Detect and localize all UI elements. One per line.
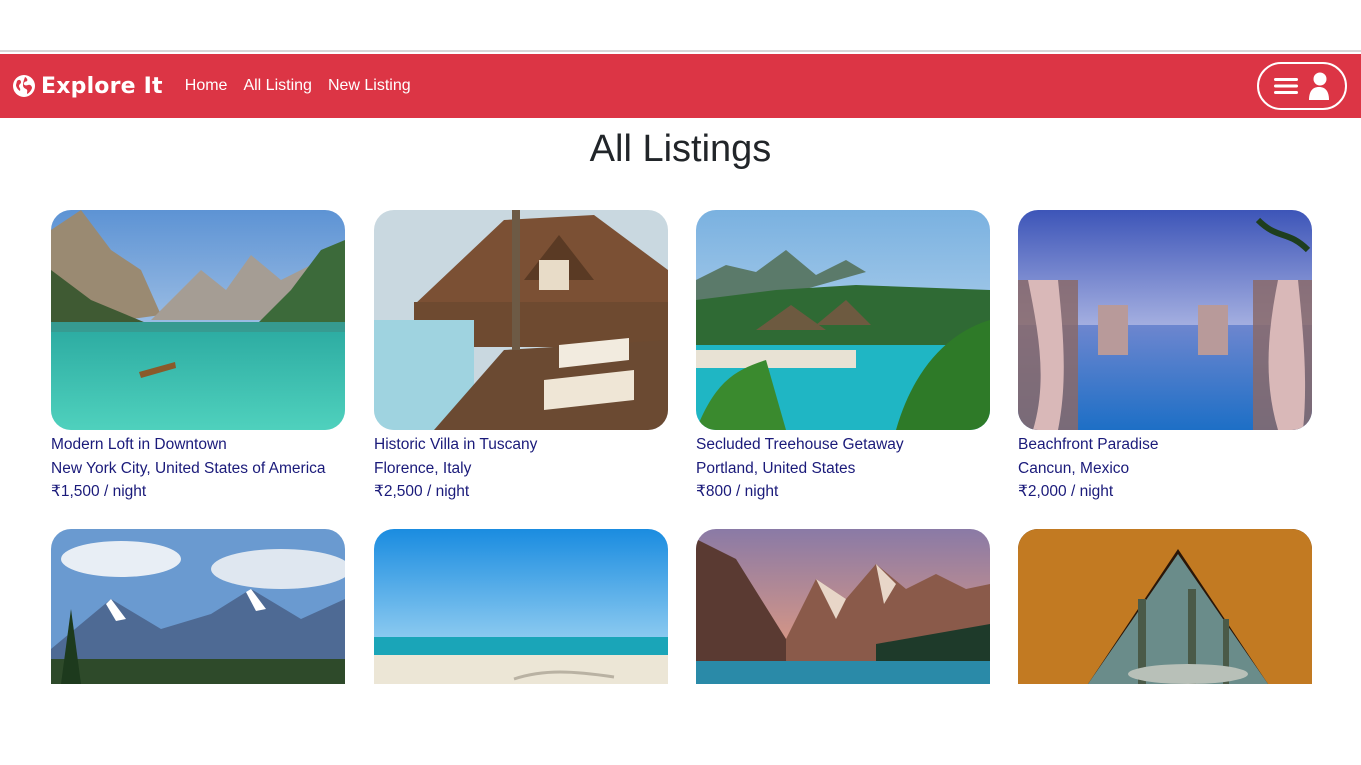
listing-card[interactable]: Beachfront Paradise Cancun, Mexico ₹2,00…	[1018, 210, 1312, 504]
listing-price: ₹2,000 / night	[1018, 483, 1114, 500]
listing-card[interactable]	[696, 529, 990, 684]
nav-links: Home All Listing New Listing	[185, 77, 427, 95]
listing-image-infinity-pool-sunset[interactable]	[1018, 210, 1312, 430]
listing-price: ₹2,500 / night	[374, 483, 470, 500]
listing-image-snowy-mountains[interactable]	[51, 529, 345, 684]
listing-image-mountain-lake[interactable]	[51, 210, 345, 430]
listing-image-tropical-beach[interactable]	[374, 529, 668, 684]
listing-card[interactable]	[1018, 529, 1312, 684]
browser-top-area	[0, 0, 1361, 52]
navbar: Explore It Home All Listing New Listing	[0, 54, 1361, 118]
listing-card[interactable]	[374, 529, 668, 684]
listing-card[interactable]: Modern Loft in Downtown New York City, U…	[51, 210, 345, 504]
listing-title: Secluded Treehouse Getaway	[696, 436, 904, 453]
globe-icon	[13, 75, 35, 97]
listing-image-mountain-lake-dawn[interactable]	[696, 529, 990, 684]
user-icon	[1309, 72, 1329, 100]
brand-link[interactable]: Explore It	[12, 74, 163, 99]
listing-card[interactable]: Secluded Treehouse Getaway Portland, Uni…	[696, 210, 990, 504]
listing-price: ₹1,500 / night	[51, 483, 147, 500]
listing-location: Portland, United States	[696, 459, 856, 477]
listing-image-villa-pool[interactable]	[374, 210, 668, 430]
hamburger-icon	[1274, 78, 1298, 94]
listing-image-tent-forest[interactable]	[1018, 529, 1312, 684]
listing-title: Modern Loft in Downtown	[51, 436, 227, 453]
user-menu-button[interactable]	[1257, 62, 1347, 110]
nav-link-all-listing[interactable]: All Listing	[243, 77, 311, 95]
nav-link-home[interactable]: Home	[185, 77, 228, 95]
page-title: All Listings	[589, 128, 772, 170]
listing-image-tropical-pool[interactable]	[696, 210, 990, 430]
listing-title: Historic Villa in Tuscany	[374, 436, 538, 453]
listing-card[interactable]: Historic Villa in Tuscany Florence, Ital…	[374, 210, 668, 504]
listing-location: Florence, Italy	[374, 459, 472, 477]
listing-price: ₹800 / night	[696, 483, 779, 500]
listing-location: Cancun, Mexico	[1018, 459, 1130, 477]
nav-link-new-listing[interactable]: New Listing	[328, 77, 411, 95]
listing-card[interactable]	[51, 529, 345, 684]
listing-location: New York City, United States of America	[51, 459, 326, 477]
listing-title: Beachfront Paradise	[1018, 436, 1159, 453]
brand-name: Explore It	[41, 73, 163, 99]
